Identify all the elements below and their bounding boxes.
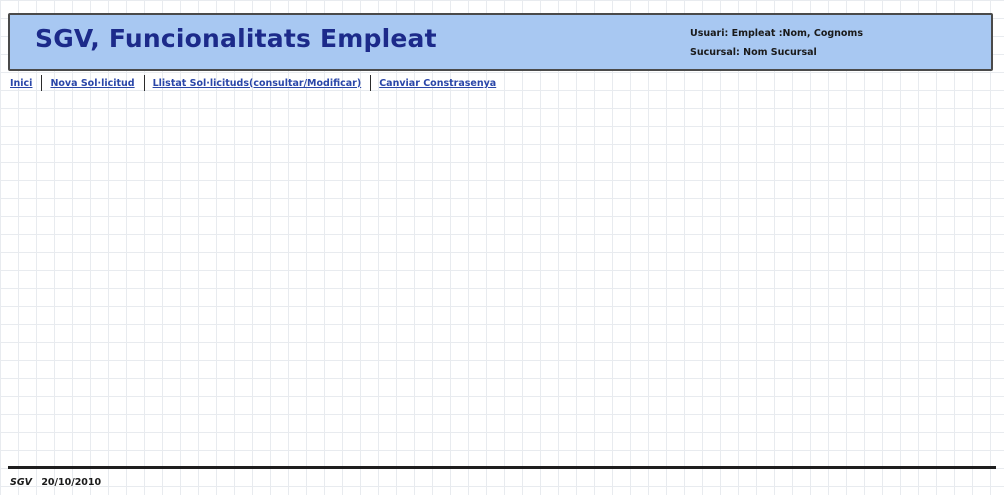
user-info: Usuari: Empleat :Nom, Cognoms Sucursal: … bbox=[690, 24, 863, 62]
nav-link-canviar-contrasenya[interactable]: Canviar Constrasenya bbox=[379, 78, 496, 89]
user-line: Usuari: Empleat :Nom, Cognoms bbox=[690, 24, 863, 43]
nav-divider bbox=[370, 75, 372, 91]
header-banner: SGV, Funcionalitats Empleat Usuari: Empl… bbox=[8, 13, 993, 71]
main-nav: Inici Nova Sol·licitud Llistat Sol·licit… bbox=[10, 74, 496, 92]
footer: SGV 20/10/2010 bbox=[10, 477, 101, 488]
user-value: Empleat :Nom, Cognoms bbox=[731, 28, 863, 39]
nav-link-nova-sollicitud[interactable]: Nova Sol·licitud bbox=[50, 78, 134, 89]
footer-date: 20/10/2010 bbox=[41, 477, 102, 488]
nav-link-inici[interactable]: Inici bbox=[10, 78, 32, 89]
nav-divider bbox=[41, 75, 43, 91]
branch-label: Sucursal: bbox=[690, 47, 740, 58]
footer-brand: SGV bbox=[10, 477, 32, 488]
nav-divider bbox=[143, 75, 145, 91]
branch-line: Sucursal: Nom Sucursal bbox=[690, 43, 863, 62]
user-label: Usuari: bbox=[690, 28, 729, 39]
branch-value: Nom Sucursal bbox=[743, 47, 817, 58]
footer-divider bbox=[8, 466, 996, 469]
nav-link-llistat-sollicituds[interactable]: Llistat Sol·licituds(consultar/Modificar… bbox=[153, 78, 362, 89]
page-title: SGV, Funcionalitats Empleat bbox=[35, 24, 437, 53]
